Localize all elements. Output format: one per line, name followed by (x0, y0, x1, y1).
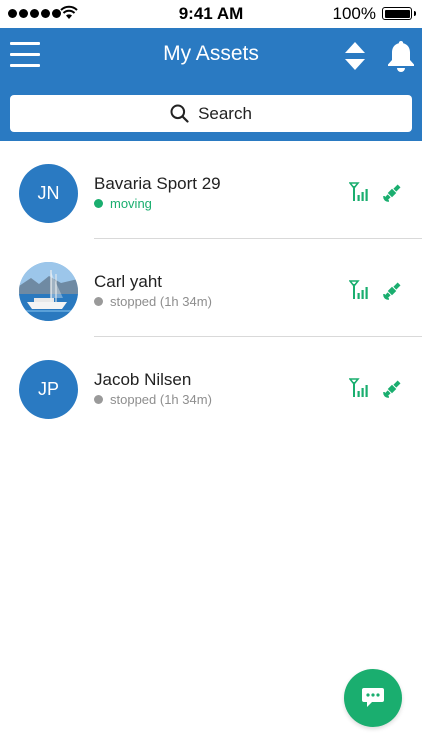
avatar: JP (19, 360, 78, 419)
bell-icon[interactable] (386, 39, 416, 73)
sort-arrows-icon[interactable] (343, 40, 367, 72)
asset-name: Bavaria Sport 29 (94, 174, 221, 193)
battery-percent: 100% (332, 4, 376, 23)
list-item[interactable]: JP Jacob Nilsen stopped (1h 34m) (0, 337, 422, 435)
cellular-signal-icon (349, 182, 368, 201)
satellite-icon (383, 184, 401, 202)
search-icon (170, 104, 189, 123)
avatar: JN (19, 164, 78, 223)
asset-list: JN Bavaria Sport 29 moving Carl yaht sto… (0, 141, 422, 435)
chat-button[interactable] (344, 669, 402, 727)
chat-icon (362, 688, 384, 707)
status-text: stopped (1h 34m) (110, 294, 212, 309)
status-bar: 9:41 AM 100% (0, 0, 422, 28)
status-dot-icon (94, 395, 103, 404)
search-input[interactable]: Search (10, 95, 412, 132)
battery-icon (382, 7, 416, 20)
status-text: moving (110, 196, 152, 211)
app-header: My Assets Search (0, 28, 422, 141)
boat-photo-icon (19, 262, 78, 321)
cellular-signal-icon (349, 280, 368, 299)
asset-status: stopped (1h 34m) (94, 294, 212, 309)
satellite-icon (383, 380, 401, 398)
status-dot-icon (94, 199, 103, 208)
asset-name: Jacob Nilsen (94, 370, 192, 389)
satellite-icon (383, 282, 401, 300)
search-placeholder: Search (198, 103, 252, 123)
asset-status: moving (94, 196, 152, 211)
cellular-signal-icon (349, 378, 368, 397)
list-item[interactable]: Carl yaht stopped (1h 34m) (0, 239, 422, 337)
status-text: stopped (1h 34m) (110, 392, 212, 407)
status-dot-icon (94, 297, 103, 306)
asset-status: stopped (1h 34m) (94, 392, 212, 407)
list-item[interactable]: JN Bavaria Sport 29 moving (0, 141, 422, 239)
avatar-photo (19, 262, 78, 321)
asset-name: Carl yaht (94, 272, 163, 291)
